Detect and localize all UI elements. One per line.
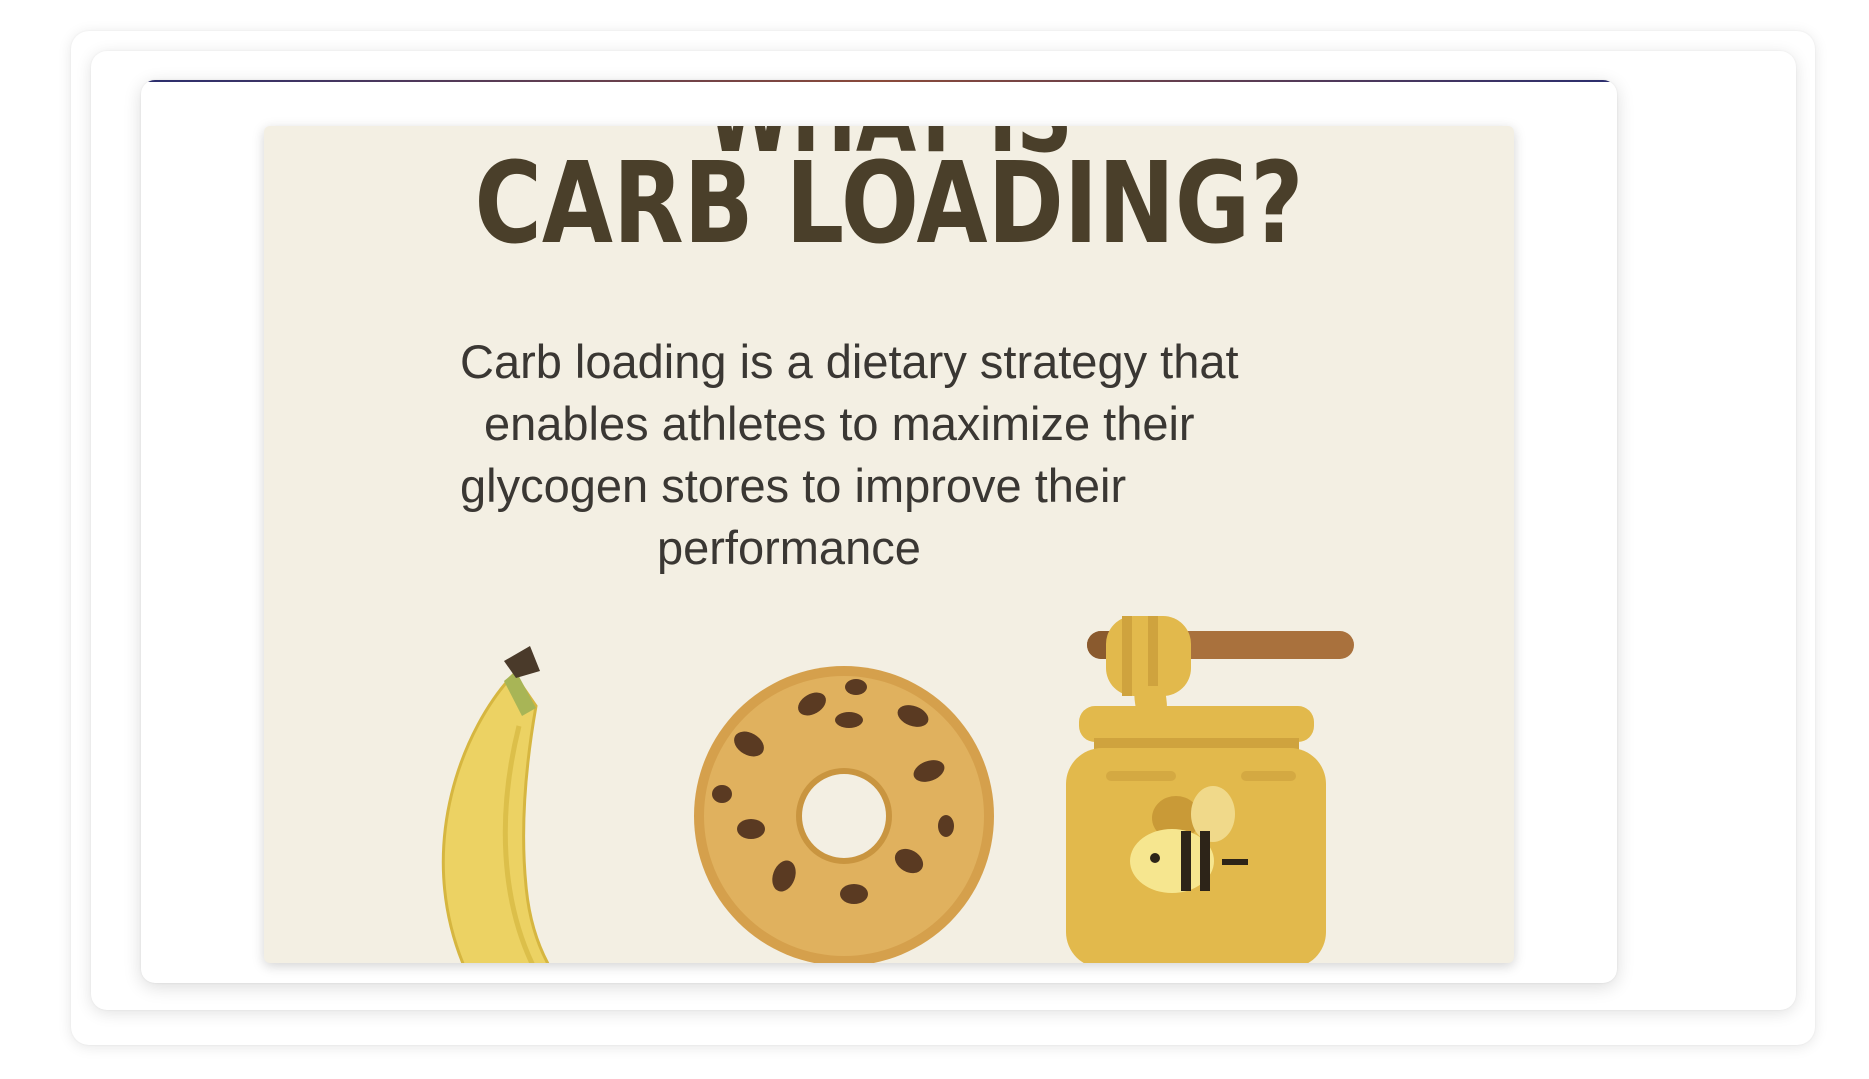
card-accent-line [141,80,1617,82]
image-card[interactable]: WHAT IS CARB LOADING? Carb loading is a … [141,80,1617,983]
infographic-image: WHAT IS CARB LOADING? Carb loading is a … [264,126,1514,963]
food-illustrations [441,616,1354,963]
banana-icon [441,646,550,963]
bagel-icon [694,666,994,963]
honey-jar-icon [1066,706,1326,963]
